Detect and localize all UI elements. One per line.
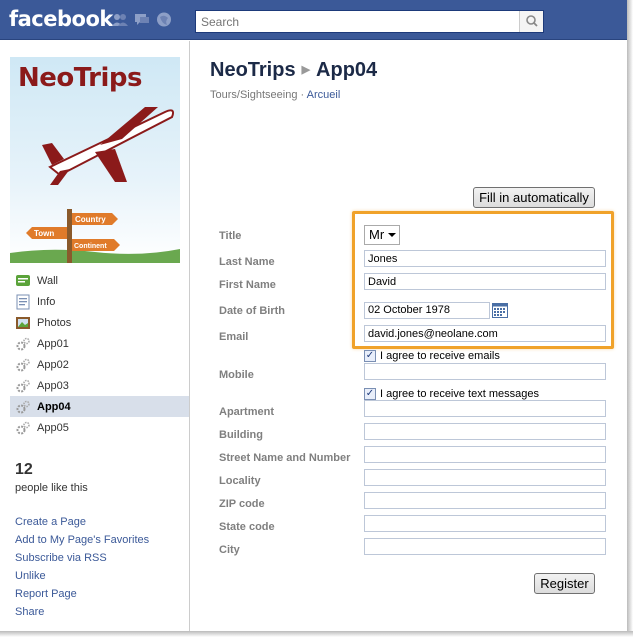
window-shadow-bottom — [0, 631, 633, 637]
page-name-link[interactable]: NeoTrips — [210, 59, 296, 81]
nav-item-label: App02 — [37, 358, 69, 371]
agree-texts-checkbox[interactable]: ✓ — [364, 388, 376, 400]
title-label: Title — [219, 230, 242, 242]
mobile-field[interactable] — [364, 363, 606, 380]
top-bar: facebook — [0, 0, 628, 40]
zip-field[interactable] — [364, 492, 606, 509]
nav-item-photos[interactable]: Photos — [10, 312, 189, 333]
title-select[interactable]: Mr — [364, 225, 400, 245]
first-name-label: First Name — [219, 279, 276, 291]
nav-item-wall[interactable]: Wall — [10, 270, 189, 291]
first-name-field[interactable] — [364, 273, 606, 290]
app-gear-icon — [15, 399, 31, 415]
dob-label: Date of Birth — [219, 305, 285, 317]
notifications-icon[interactable] — [156, 12, 172, 27]
city-field[interactable] — [364, 538, 606, 555]
sign-town: Town — [34, 229, 54, 238]
nav-item-label: App03 — [37, 379, 69, 392]
app-gear-icon — [15, 378, 31, 394]
agree-emails-checkbox[interactable]: ✓ — [364, 350, 376, 362]
building-field[interactable] — [364, 423, 606, 440]
email-label: Email — [219, 331, 249, 343]
calendar-icon[interactable] — [492, 302, 508, 318]
signpost-icon: Country Town Continent — [10, 209, 180, 263]
title-value: Mr — [369, 227, 385, 242]
breadcrumb-arrow-icon: ▶ — [301, 64, 311, 76]
agree-texts-row: ✓ I agree to receive text messages — [364, 388, 539, 400]
nav-item-app04[interactable]: App04 — [10, 396, 189, 417]
photos-icon — [15, 315, 31, 331]
last-name-field[interactable] — [364, 250, 606, 267]
wall-icon — [15, 273, 31, 289]
likes-count: 12 — [15, 461, 33, 478]
dob-field[interactable]: 02 October 1978 — [364, 302, 490, 319]
report-page-link[interactable]: Report Page — [15, 585, 149, 603]
likes-text: people like this — [15, 482, 88, 494]
sign-continent: Continent — [74, 243, 107, 250]
nav-item-app02[interactable]: App02 — [10, 354, 189, 375]
nav-item-label: Info — [37, 295, 56, 308]
building-label: Building — [219, 429, 263, 441]
sign-country: Country — [75, 215, 106, 224]
messages-icon[interactable] — [134, 12, 150, 27]
unlike-link[interactable]: Unlike — [15, 567, 149, 585]
search-box — [195, 10, 544, 33]
agree-emails-label: I agree to receive emails — [380, 350, 500, 362]
top-icons — [112, 12, 172, 27]
search-button[interactable] — [519, 11, 543, 32]
home-link[interactable]: Arcueil — [307, 89, 341, 101]
nav-item-app01[interactable]: App01 — [10, 333, 189, 354]
share-link[interactable]: Share — [15, 603, 149, 621]
nav-item-app05[interactable]: App05 — [10, 417, 189, 438]
friends-icon[interactable] — [112, 12, 128, 27]
fill-in-automatically-button[interactable]: Fill in automatically — [473, 187, 595, 208]
neotrips-logo: NeoTrips — [18, 63, 142, 93]
locality-field[interactable] — [364, 469, 606, 486]
page-nav: Wall Info Photos App01 App02 App03 App04 — [10, 270, 189, 438]
create-page-link[interactable]: Create a Page — [15, 513, 149, 531]
locality-label: Locality — [219, 475, 261, 487]
subscribe-rss-link[interactable]: Subscribe via RSS — [15, 549, 149, 567]
app-gear-icon — [15, 357, 31, 373]
email-field[interactable] — [364, 325, 606, 342]
nav-item-info[interactable]: Info — [10, 291, 189, 312]
profile-picture[interactable]: NeoTrips Country Town Continent — [10, 57, 180, 263]
state-field[interactable] — [364, 515, 606, 532]
chevron-down-icon — [388, 233, 396, 237]
page-title: NeoTrips ▶ App04 — [210, 59, 377, 82]
nav-item-label: App04 — [37, 400, 71, 413]
nav-item-app03[interactable]: App03 — [10, 375, 189, 396]
apartment-field[interactable] — [364, 400, 606, 417]
street-field[interactable] — [364, 446, 606, 463]
nav-item-label: Wall — [37, 274, 58, 287]
app-gear-icon — [15, 420, 31, 436]
nav-item-label: Photos — [37, 316, 72, 329]
page-subtitle: Tours/Sightseeing · Arcueil — [210, 89, 340, 101]
page-links: Create a Page Add to My Page's Favorites… — [15, 513, 149, 621]
airplane-icon — [42, 107, 175, 185]
street-label: Street Name and Number — [219, 452, 351, 464]
mobile-label: Mobile — [219, 369, 254, 381]
info-icon — [15, 294, 31, 310]
page-category: Tours/Sightseeing — [210, 89, 298, 101]
city-label: City — [219, 544, 240, 556]
last-name-label: Last Name — [219, 256, 275, 268]
subtitle-separator: · — [300, 89, 305, 101]
app-gear-icon — [15, 336, 31, 352]
window-shadow-right — [627, 0, 633, 637]
agree-texts-label: I agree to receive text messages — [380, 388, 539, 400]
nav-item-label: App05 — [37, 421, 69, 434]
state-label: State code — [219, 521, 275, 533]
register-button[interactable]: Register — [534, 573, 595, 594]
left-column: NeoTrips Country Town Continent Wall Inf… — [0, 41, 190, 631]
search-input[interactable] — [196, 11, 516, 32]
facebook-logo[interactable]: facebook — [9, 7, 113, 31]
agree-emails-row: ✓ I agree to receive emails — [364, 350, 500, 362]
apartment-label: Apartment — [219, 406, 275, 418]
zip-label: ZIP code — [219, 498, 265, 510]
search-icon — [526, 15, 538, 27]
nav-item-label: App01 — [37, 337, 69, 350]
add-favorites-link[interactable]: Add to My Page's Favorites — [15, 531, 149, 549]
app-name: App04 — [316, 59, 378, 81]
